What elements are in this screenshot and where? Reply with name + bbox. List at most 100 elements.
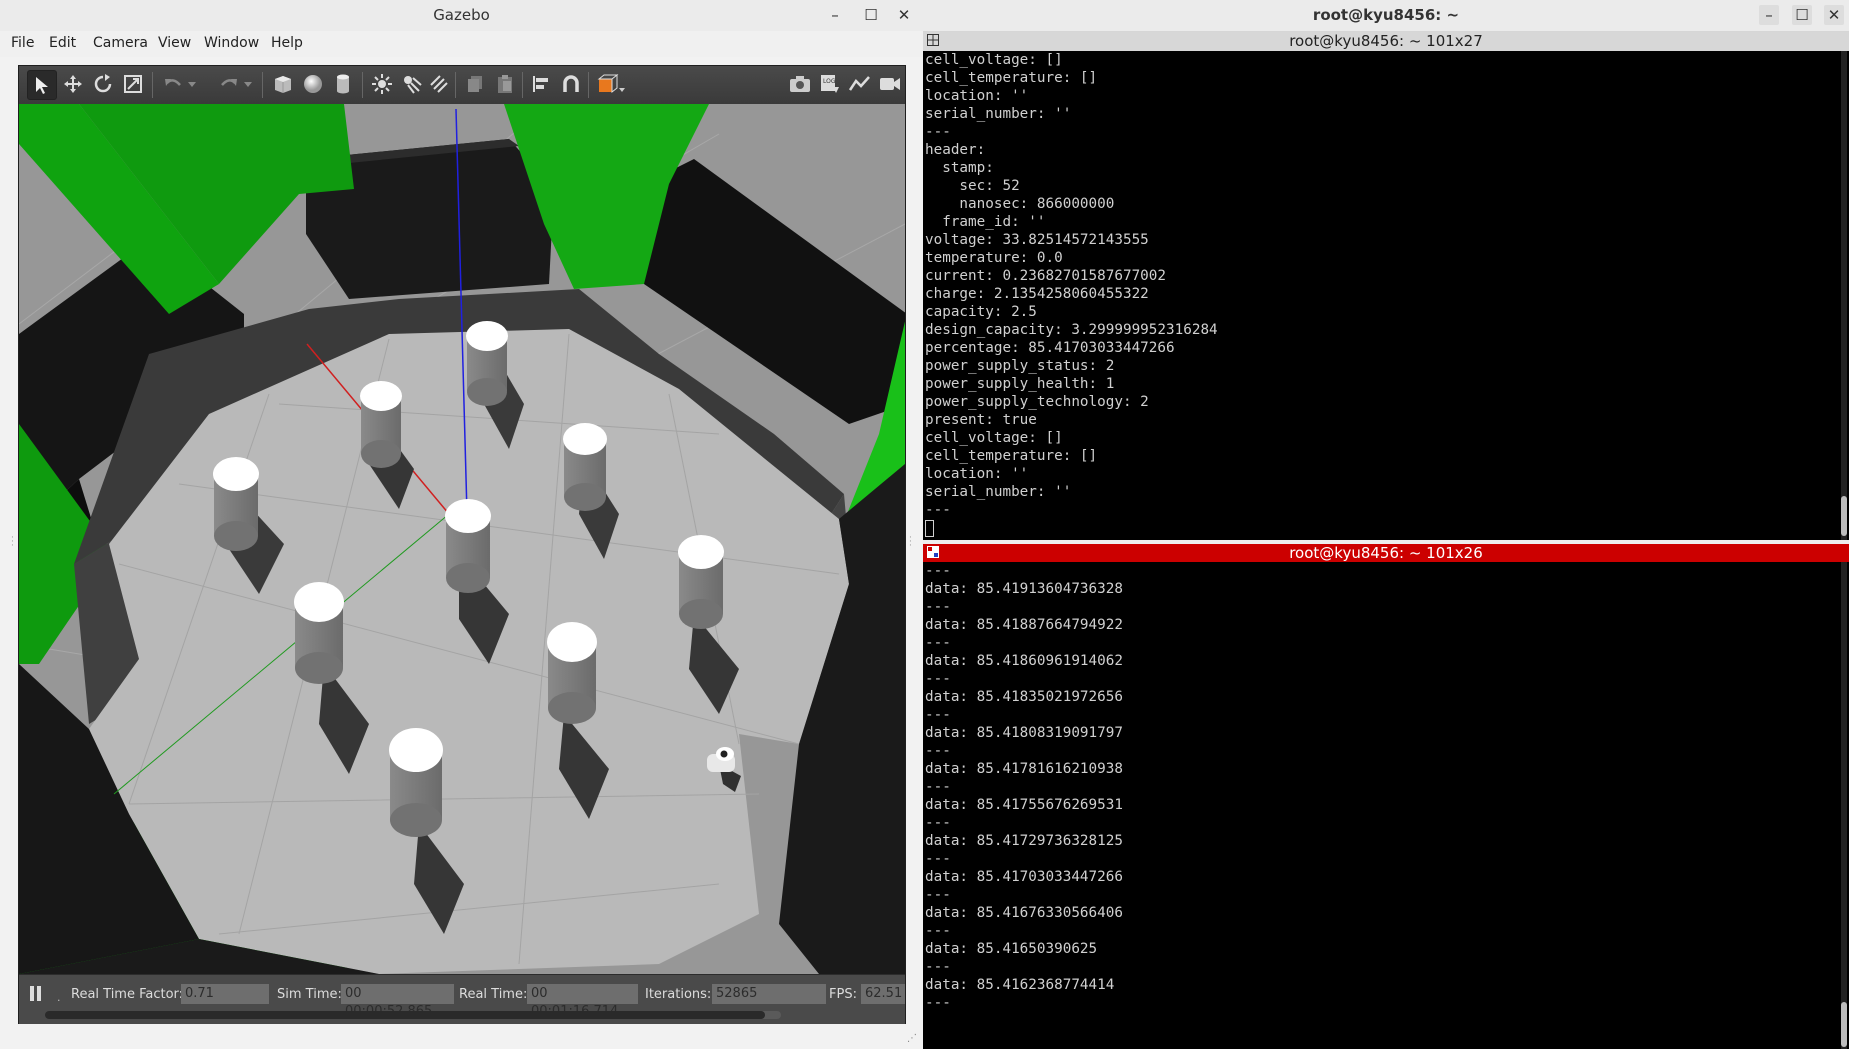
snap-icon[interactable] xyxy=(557,70,585,98)
fps-value: 62.51 xyxy=(861,984,905,1004)
maximize-button[interactable]: ☐ xyxy=(861,5,881,25)
cylinder-obstacle xyxy=(678,535,739,714)
terminal-line: --- xyxy=(925,563,951,579)
cylinder-obstacles xyxy=(213,321,741,934)
point-light-icon[interactable] xyxy=(368,70,396,98)
terminal-line: --- xyxy=(925,502,951,518)
close-button[interactable]: ✕ xyxy=(1824,5,1844,25)
cylinder-obstacle xyxy=(445,499,509,664)
box-icon[interactable] xyxy=(269,70,297,98)
right-panel-splitter[interactable]: · · · xyxy=(909,534,913,552)
terminal-line: percentage: 85.41703033447266 xyxy=(925,340,1175,356)
spot-light-icon[interactable] xyxy=(397,70,425,98)
terminal-line: --- xyxy=(925,599,951,615)
terminal-line: design_capacity: 3.299999952316284 xyxy=(925,322,1218,338)
scrollbar-thumb[interactable] xyxy=(1841,1002,1847,1047)
terminal-line: --- xyxy=(925,707,951,723)
3d-viewport[interactable] xyxy=(19,104,905,974)
terminal-line: header: xyxy=(925,142,986,158)
redo-history-icon[interactable] xyxy=(239,70,257,98)
terminal-grid-icon[interactable] xyxy=(927,546,939,558)
menu-view[interactable]: View xyxy=(158,35,191,51)
menu-camera[interactable]: Camera xyxy=(93,35,148,51)
terminal-line: data: 85.41887664794922 xyxy=(925,617,1123,633)
terminal-line: cell_voltage: [] xyxy=(925,52,1063,68)
plot-icon[interactable] xyxy=(846,70,874,98)
render-frame: LOG . Real Time Factor: 0.71 Sim Time: 0… xyxy=(18,65,906,1024)
terminal-line: data: 85.41781616210938 xyxy=(925,761,1123,777)
terminal-line: --- xyxy=(925,959,951,975)
terminal-line: serial_number: '' xyxy=(925,484,1072,500)
terminal-line: --- xyxy=(925,851,951,867)
menu-file[interactable]: File xyxy=(11,35,34,51)
bottom-pane-scrollbar[interactable] xyxy=(1841,562,1847,1049)
toolbar: LOG xyxy=(19,66,905,105)
terminal-line: --- xyxy=(925,923,951,939)
real-time-value: 00 00:01:16.714 xyxy=(527,984,638,1019)
pause-button[interactable] xyxy=(29,985,43,1003)
rotate-icon[interactable] xyxy=(89,70,117,98)
copy-icon[interactable] xyxy=(461,70,489,98)
log-icon[interactable]: LOG xyxy=(816,70,844,98)
cylinder-obstacle xyxy=(294,582,369,774)
terminal-line: data: 85.41650390625 xyxy=(925,941,1098,957)
top-terminal-pane[interactable]: cell_voltage: [] cell_temperature: [] loca… xyxy=(923,51,1849,540)
top-pane-output: cell_voltage: [] cell_temperature: [] loca… xyxy=(925,51,1218,519)
terminal-grid-icon[interactable] xyxy=(927,34,939,46)
terminal-line: sec: 52 xyxy=(925,178,1020,194)
robot-model[interactable] xyxy=(707,747,741,792)
minimize-button[interactable]: – xyxy=(825,5,845,25)
terminal-line: data: 85.41729736328125 xyxy=(925,833,1123,849)
iterations-label: Iterations: xyxy=(645,987,712,1002)
bottom-pane-title: root@kyu8456: ~ 101x26 xyxy=(1289,544,1483,562)
resize-grip-icon[interactable]: ⋰ xyxy=(907,1033,919,1045)
iterations-value: 52865 xyxy=(712,984,826,1004)
horizontal-scrollbar[interactable] xyxy=(45,1011,781,1019)
top-pane-scrollbar[interactable] xyxy=(1841,51,1847,540)
terminal-titlebar: root@kyu8456: ~ – ☐ ✕ xyxy=(923,0,1849,32)
gazebo-window: Gazebo – ☐ ✕ File Edit Camera View Windo… xyxy=(0,0,923,1049)
real-time-factor-label: Real Time Factor: xyxy=(71,987,184,1002)
terminal-line: nanosec: 866000000 xyxy=(925,196,1115,212)
align-icon[interactable] xyxy=(527,70,555,98)
close-button[interactable]: ✕ xyxy=(894,5,914,25)
terminal-line: stamp: xyxy=(925,160,994,176)
terminal-line: --- xyxy=(925,815,951,831)
real-time-label: Real Time: xyxy=(459,987,528,1002)
scrollbar-thumb[interactable] xyxy=(1841,496,1847,536)
menu-help[interactable]: Help xyxy=(271,35,303,51)
undo-history-icon[interactable] xyxy=(183,70,201,98)
terminal-line: power_supply_health: 1 xyxy=(925,376,1115,392)
terminal-line: --- xyxy=(925,995,951,1011)
terminal-line: data: 85.41808319091797 xyxy=(925,725,1123,741)
terminal-line: serial_number: '' xyxy=(925,106,1072,122)
text-cursor xyxy=(925,520,934,537)
minimize-button[interactable]: – xyxy=(1759,5,1779,25)
gazebo-titlebar: Gazebo – ☐ ✕ xyxy=(0,0,923,32)
menu-window[interactable]: Window xyxy=(204,35,259,51)
record-icon[interactable] xyxy=(876,70,904,98)
screenshot-icon[interactable] xyxy=(786,70,814,98)
left-panel-splitter[interactable]: · · · xyxy=(11,534,15,552)
scale-icon[interactable] xyxy=(119,70,147,98)
terminal-line: capacity: 2.5 xyxy=(925,304,1037,320)
sphere-icon[interactable] xyxy=(299,70,327,98)
step-handle[interactable]: . xyxy=(57,991,61,1004)
bottom-terminal-pane[interactable]: --- data: 85.41913604736328 --- data: 85.41… xyxy=(923,562,1849,1049)
scrollbar-thumb[interactable] xyxy=(45,1011,765,1019)
terminal-line: data: 85.4162368774414 xyxy=(925,977,1115,993)
bottom-pane-header: root@kyu8456: ~ 101x26 xyxy=(923,544,1849,562)
paste-icon[interactable] xyxy=(491,70,519,98)
select-mode-icon[interactable] xyxy=(27,70,57,100)
cylinder-icon[interactable] xyxy=(329,70,357,98)
terminal-line: data: 85.41913604736328 xyxy=(925,581,1123,597)
terminal-line: --- xyxy=(925,124,951,140)
menu-edit[interactable]: Edit xyxy=(49,35,76,51)
maximize-button[interactable]: ☐ xyxy=(1792,5,1812,25)
translate-icon[interactable] xyxy=(59,70,87,98)
terminal-line: location: '' xyxy=(925,88,1029,104)
view-angle-icon[interactable] xyxy=(594,70,628,98)
directional-light-icon[interactable] xyxy=(425,70,453,98)
menu-bar: File Edit Camera View Window Help xyxy=(0,31,923,57)
terminal-line: --- xyxy=(925,887,951,903)
